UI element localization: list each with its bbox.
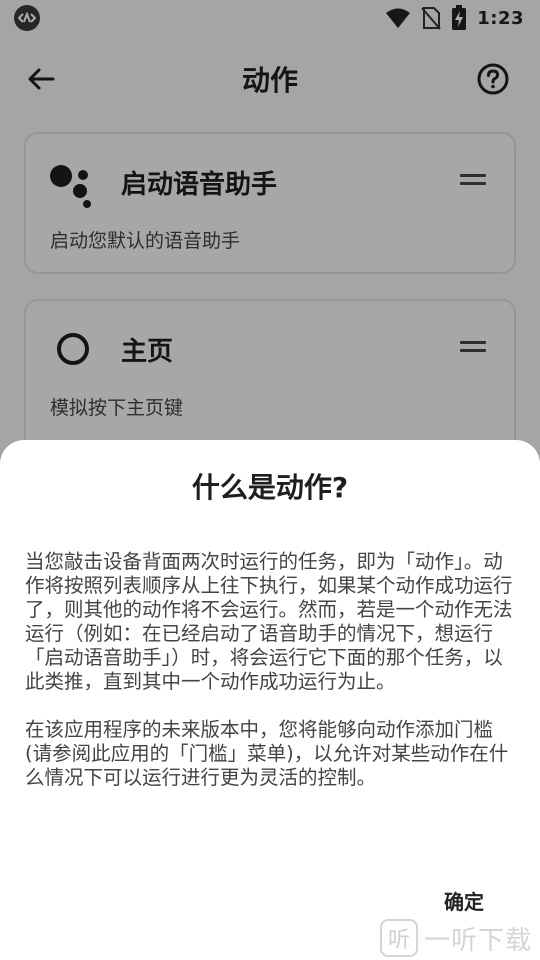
dialog-paragraph: 当您敲击设备背面两次时运行的任务，即为「动作」。动作将按照列表顺序从上往下执行，… — [25, 550, 513, 693]
watermark: 听 一听下载 — [380, 918, 532, 958]
dialog-paragraph: 在该应用程序的未来版本中，您将能够向动作添加门槛(请参阅此应用的「门槛」菜单)，… — [25, 718, 509, 789]
watermark-text: 一听下载 — [424, 925, 533, 956]
info-dialog: 什么是动作? 当您敲击设备背面两次时运行的任务，即为「动作」。动作将按照列表顺序… — [0, 440, 540, 960]
confirm-button[interactable]: 确定 — [444, 886, 484, 915]
watermark-logo: 听 — [380, 919, 418, 957]
dialog-title: 什么是动作? — [191, 471, 349, 504]
dialog-body: 当您敲击设备背面两次时运行的任务，即为「动作」。动作将按照列表顺序从上往下执行，… — [25, 550, 517, 814]
